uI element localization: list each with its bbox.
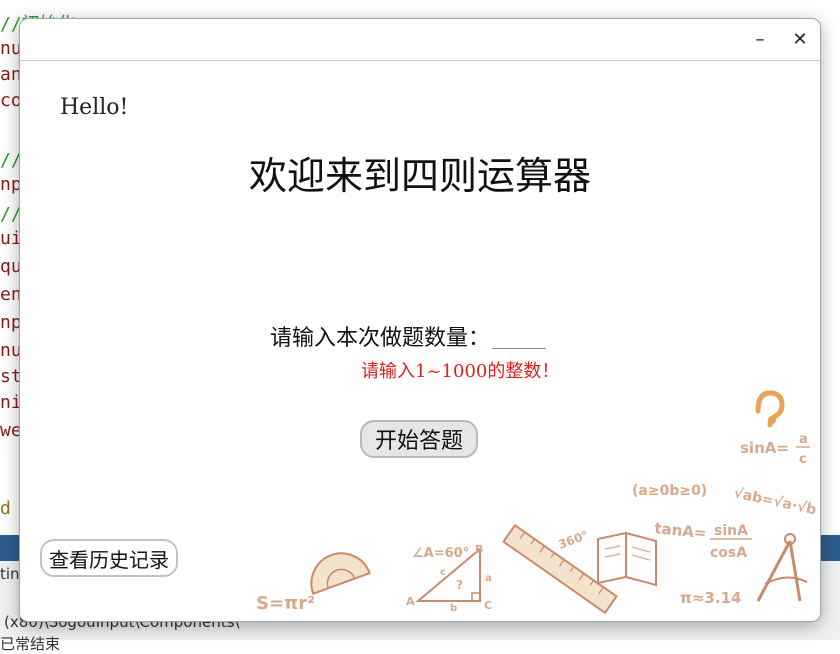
protractor-icon [310, 552, 371, 595]
background-code-line: nu [0, 38, 22, 59]
inequality-note: (a≥0b≥0) [632, 483, 707, 499]
triangle-side-c: c [440, 567, 446, 578]
triangle-side-b: b [450, 603, 457, 614]
triangle-vertex-a: A [406, 595, 415, 608]
triangle-question: ? [456, 578, 463, 592]
triangle-vertex-c: C [484, 599, 492, 612]
tan-fraction-top: sinA [714, 523, 748, 539]
sin-fraction-bottom: c [799, 452, 807, 467]
open-book-icon [597, 531, 657, 587]
minimize-button[interactable]: – [747, 27, 773, 53]
question-bulb-icon [755, 390, 785, 428]
circle-area-formula: S=πr² [256, 593, 315, 614]
background-code-line: d [0, 498, 11, 519]
background-code-line: co [0, 90, 22, 111]
close-button[interactable]: ✕ [787, 27, 813, 53]
background-code-line: nu [0, 340, 22, 361]
background-panel-line: tin [0, 565, 20, 583]
sin-fraction-top: a [799, 432, 808, 447]
question-count-label: 请输入本次做题数量： [270, 326, 491, 351]
background-code-line: np [0, 174, 22, 195]
background-code-line: np [0, 312, 22, 333]
background-code-line: en [0, 284, 22, 305]
tan-fraction-bottom: cosA [710, 545, 747, 561]
background-code-line: an [0, 64, 22, 85]
background-code-line: qu [0, 256, 22, 277]
degree-note: 360° [556, 528, 590, 552]
triangle-vertex-b: B [475, 543, 483, 556]
angle-note: ∠A=60° [412, 546, 469, 561]
arithmetic-dialog: – ✕ Hello! 欢迎来到四则运算器 请输入本次做题数量： 请输入1~100… [20, 19, 820, 621]
range-hint: 请输入1~1000的整数！ [361, 361, 560, 382]
triangle-side-a: a [485, 573, 492, 584]
ruler-icon [502, 523, 618, 615]
title-bar: – ✕ [20, 19, 820, 61]
question-count-row: 请输入本次做题数量： [270, 319, 547, 353]
start-button[interactable]: 开始答题 [360, 420, 478, 458]
sqrt-formula: √ab=√a·√b [732, 485, 817, 518]
history-button[interactable]: 查看历史记录 [40, 539, 178, 577]
page-title: 欢迎来到四则运算器 [248, 154, 591, 198]
right-triangle-icon [415, 546, 481, 602]
tan-formula: tanA= [654, 519, 708, 542]
sin-formula: sinA= [740, 439, 789, 457]
background-panel-line: 已常结束 [0, 635, 61, 653]
compass-icon [756, 533, 808, 602]
pi-approx: π≈3.14 [680, 589, 741, 607]
question-count-input[interactable] [492, 323, 547, 349]
hello-label: Hello! [60, 95, 129, 120]
background-code-line: we [0, 420, 22, 441]
